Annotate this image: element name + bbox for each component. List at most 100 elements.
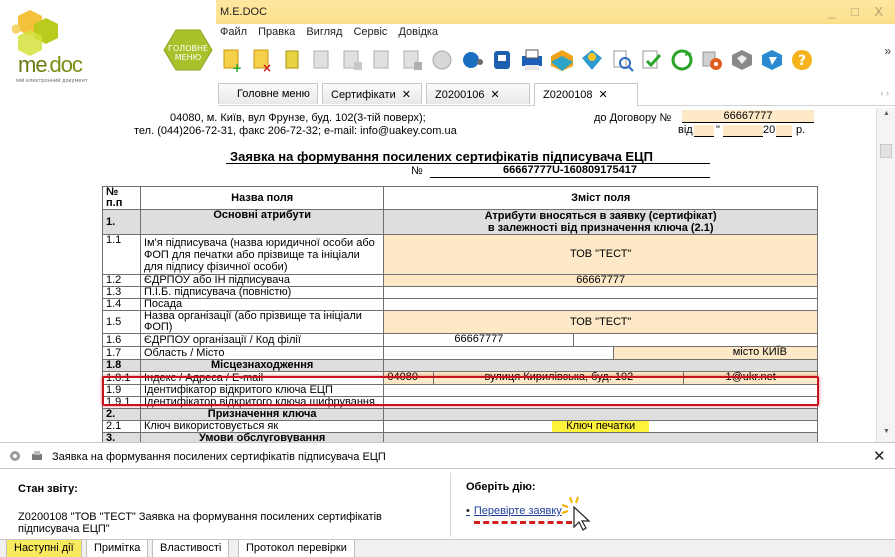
close-icon[interactable]: ✕ bbox=[873, 447, 886, 465]
organization-field[interactable]: ТОВ "ТЕСТ" bbox=[383, 310, 818, 334]
tab-properties[interactable]: Властивості bbox=[152, 540, 230, 557]
number-value: 66667777U-160809175417 bbox=[430, 164, 710, 178]
contract-number-field[interactable]: 66667777 bbox=[682, 110, 814, 123]
sign-icon[interactable] bbox=[548, 46, 576, 74]
shield-icon[interactable] bbox=[698, 46, 726, 74]
tab-z0200108[interactable]: Z0200108 ✕ bbox=[534, 83, 638, 106]
refresh-icon[interactable] bbox=[638, 46, 666, 74]
help-icon[interactable] bbox=[758, 46, 786, 74]
date-quote: " bbox=[716, 124, 720, 136]
scroll-up-icon[interactable]: ▲ bbox=[883, 110, 890, 117]
tab-main-menu[interactable]: Головне меню bbox=[218, 83, 318, 104]
tab-scroll-arrows[interactable]: ‹ › bbox=[881, 88, 890, 98]
xml-icon[interactable] bbox=[458, 46, 486, 74]
signature-key-id-field[interactable] bbox=[383, 384, 818, 397]
tab-certificates[interactable]: Сертифікати ✕ bbox=[322, 83, 422, 104]
menu-view[interactable]: Вигляд bbox=[306, 26, 342, 38]
choose-action-title: Оберіть дію: bbox=[466, 481, 536, 493]
send-icon[interactable] bbox=[518, 46, 546, 74]
mail-icon[interactable] bbox=[728, 46, 756, 74]
menu-service[interactable]: Сервіс bbox=[353, 26, 387, 38]
postal-index-field[interactable]: 04080 bbox=[384, 372, 435, 384]
row-no: 1.8 bbox=[102, 359, 141, 372]
logo-doc: doc bbox=[49, 52, 82, 77]
check-request-link[interactable]: • Перевірте заявку bbox=[466, 505, 562, 517]
new-document-icon[interactable]: + bbox=[218, 46, 246, 74]
row-no: 3. bbox=[102, 432, 141, 442]
encryption-key-id-field[interactable] bbox=[383, 396, 818, 409]
import-icon[interactable] bbox=[398, 46, 426, 74]
region-field[interactable] bbox=[384, 347, 615, 359]
city-field[interactable]: місто КИЇВ bbox=[614, 347, 817, 359]
info-icon[interactable]: ? bbox=[788, 46, 816, 74]
table-row: 1.3 П.І.Б. підписувача (повністю) bbox=[102, 286, 818, 299]
edrpou-field[interactable]: 66667777 bbox=[383, 274, 818, 287]
region-city-inner: місто КИЇВ bbox=[384, 347, 817, 359]
row-name: Ключ використовується як bbox=[139, 420, 385, 433]
date-year-field[interactable] bbox=[776, 125, 792, 137]
sign-multiple-icon[interactable] bbox=[668, 46, 696, 74]
row-name: Місцезнаходження bbox=[139, 359, 385, 372]
email-field[interactable]: 1@ukr.net bbox=[684, 372, 817, 384]
number-label: № bbox=[411, 165, 423, 177]
copy-icon[interactable] bbox=[278, 46, 306, 74]
logo-subtitle: мій електронний документ bbox=[16, 78, 88, 84]
key-purpose-cell: Ключ печатки bbox=[383, 420, 818, 433]
section-row: 1. Основні атрибути Атрибути вносяться в… bbox=[102, 209, 818, 235]
row-no: 1.8.1 bbox=[102, 371, 141, 385]
delete-document-icon[interactable]: × bbox=[248, 46, 276, 74]
add-row-icon[interactable] bbox=[338, 46, 366, 74]
close-icon[interactable]: ✕ bbox=[491, 89, 500, 101]
position-field[interactable] bbox=[383, 298, 818, 311]
row-no: 2. bbox=[102, 408, 141, 421]
section-row: 2. Призначення ключа bbox=[102, 408, 818, 421]
close-icon[interactable]: ✕ bbox=[402, 89, 411, 101]
row-name: Призначення ключа bbox=[139, 408, 385, 421]
svg-text:?: ? bbox=[798, 53, 806, 69]
certificate-icon[interactable] bbox=[428, 46, 456, 74]
tab-validation-log[interactable]: Протокол перевірки bbox=[238, 540, 355, 557]
edrpou-branch-cell: 66667777 bbox=[383, 333, 818, 347]
window-controls[interactable]: _ □ X bbox=[828, 4, 889, 19]
row-no: 1.9 bbox=[102, 384, 141, 397]
tab-label: Сертифікати bbox=[331, 89, 396, 101]
remove-row-icon[interactable] bbox=[368, 46, 396, 74]
check-icon[interactable] bbox=[608, 46, 636, 74]
print-preview-icon[interactable] bbox=[308, 46, 336, 74]
row-name: ЄДРПОУ організації / Код філії bbox=[139, 333, 385, 347]
toolbar-more-icon[interactable]: » bbox=[884, 44, 891, 58]
scroll-down-icon[interactable]: ▼ bbox=[883, 428, 890, 435]
section-row: 1.8 Місцезнаходження bbox=[102, 359, 818, 372]
print-icon[interactable] bbox=[30, 449, 44, 463]
tab-note[interactable]: Примітка bbox=[86, 540, 149, 557]
home-menu-label: ГОЛОВНЕ МЕНЮ bbox=[168, 44, 209, 62]
date-year-suffix: р. bbox=[796, 124, 806, 136]
check-request-label[interactable]: Перевірте заявку bbox=[474, 505, 562, 517]
logo-me: me bbox=[18, 52, 48, 77]
table-row: 1.4 Посада bbox=[102, 298, 818, 311]
address-line-1: 04080, м. Київ, вул Фрунзе, буд. 102(3-т… bbox=[170, 112, 426, 124]
tab-next-actions[interactable]: Наступні дії bbox=[6, 540, 82, 557]
key-purpose-select[interactable]: Ключ печатки bbox=[552, 421, 650, 432]
menu-help[interactable]: Довідка bbox=[398, 26, 438, 38]
tab-label: Z0200108 bbox=[543, 89, 593, 101]
export-icon[interactable] bbox=[488, 46, 516, 74]
tab-z0200106[interactable]: Z0200106 ✕ bbox=[426, 83, 530, 104]
menu-file[interactable]: Файл bbox=[220, 26, 247, 38]
date-day-field[interactable] bbox=[694, 125, 714, 137]
row-name: Основні атрибути bbox=[139, 209, 385, 235]
street-address-field[interactable]: вулиця Кирилівська, буд. 102 bbox=[434, 372, 685, 384]
menu-edit[interactable]: Правка bbox=[258, 26, 295, 38]
form-title: Заявка на формування посилених сертифіка… bbox=[230, 149, 653, 164]
document-settings-icon[interactable] bbox=[8, 449, 22, 463]
branch-code-field[interactable] bbox=[574, 334, 817, 346]
row-name: Назва організації (або прізвище та ініці… bbox=[139, 310, 385, 334]
date-month-field[interactable] bbox=[723, 125, 763, 137]
vertical-scrollbar[interactable]: ▲ ▼ bbox=[876, 108, 895, 442]
org-edrpou-field[interactable]: 66667777 bbox=[384, 334, 575, 346]
signer-name-field[interactable]: ТОВ "ТЕСТ" bbox=[383, 234, 818, 275]
full-name-field[interactable] bbox=[383, 286, 818, 299]
close-icon[interactable]: ✕ bbox=[599, 89, 608, 101]
scroll-thumb[interactable] bbox=[880, 144, 892, 158]
search-icon[interactable] bbox=[578, 46, 606, 74]
